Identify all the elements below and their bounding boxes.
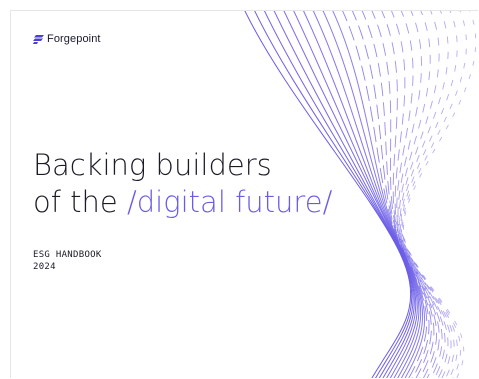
- cover-headline: Backing builders of the /digital future/: [33, 147, 332, 221]
- document-label: ESG HANDBOOK: [33, 250, 102, 260]
- forgepoint-logo-icon: [33, 34, 44, 44]
- document-meta: ESG HANDBOOK 2024: [33, 249, 102, 273]
- handbook-cover: Forgepoint Backing builders of the /digi…: [10, 10, 478, 378]
- brand-name: Forgepoint: [47, 33, 101, 45]
- brand-logo: Forgepoint: [33, 33, 101, 45]
- wave-line: [390, 11, 440, 378]
- headline-line-2-prefix: of the: [33, 185, 127, 219]
- wave-line: [402, 11, 467, 378]
- wave-line: [351, 11, 430, 378]
- wave-line: [401, 11, 458, 378]
- wave-line: [403, 11, 476, 378]
- document-year: 2024: [33, 262, 56, 272]
- headline-line-1: Backing builders: [33, 148, 272, 182]
- wave-line: [381, 11, 437, 378]
- headline-accent: /digital future/: [126, 185, 333, 219]
- wave-line: [342, 11, 428, 378]
